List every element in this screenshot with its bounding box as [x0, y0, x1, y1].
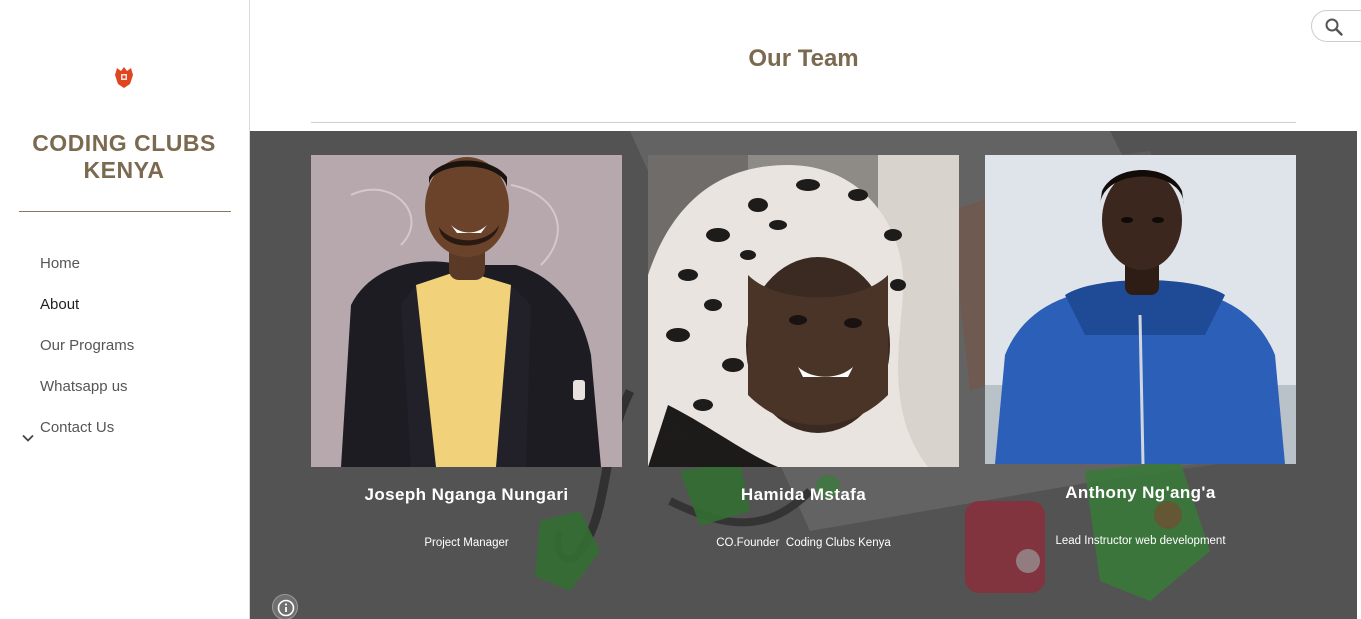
page-title: Our Team [748, 45, 859, 72]
team-member-name: Joseph Nganga Nungari [364, 485, 569, 504]
nav-item-about[interactable]: About [0, 284, 248, 325]
kenya-coat-of-arms-icon[interactable] [113, 65, 135, 89]
info-button[interactable] [272, 594, 298, 619]
nav-item-label: About [40, 296, 80, 313]
site-title[interactable]: CODING CLUBS KENYA [0, 130, 248, 184]
nav-item-label: Our Programs [40, 337, 135, 354]
chevron-down-icon[interactable] [21, 420, 35, 442]
sidebar: CODING CLUBS KENYA Home About Our Progra… [0, 0, 250, 619]
team-section: Joseph Nganga Nungari Project Manager Ha… [250, 131, 1357, 619]
team-member-photo [985, 155, 1296, 464]
team-member-photo [648, 155, 959, 467]
section-divider [311, 122, 1296, 123]
nav-item-home[interactable]: Home [0, 243, 248, 284]
team-member-name: Anthony Ng'ang'a [1065, 483, 1216, 502]
nav-item-label: Home [40, 255, 81, 272]
team-member-role: Project Manager [424, 537, 509, 549]
search-button[interactable] [1311, 10, 1361, 42]
site-navigation: Home About Our Programs Whatsapp us Cont… [0, 243, 248, 448]
team-member-photo [311, 155, 622, 467]
nav-item-label: Contact Us [40, 419, 115, 436]
title-divider [19, 211, 231, 212]
main-content: Our Team Joseph Nganga Nungari Project M… [250, 0, 1361, 619]
team-member-role: CO.Founder Coding Clubs Kenya [716, 537, 891, 549]
team-member-name: Hamida Mstafa [740, 485, 867, 504]
nav-item-label: Whatsapp us [40, 378, 128, 395]
nav-item-whatsapp-us[interactable]: Whatsapp us [0, 366, 248, 407]
nav-item-contact-us[interactable]: Contact Us [0, 407, 248, 448]
team-member-role: Lead Instructor web development [1055, 535, 1226, 547]
nav-item-our-programs[interactable]: Our Programs [0, 325, 248, 366]
